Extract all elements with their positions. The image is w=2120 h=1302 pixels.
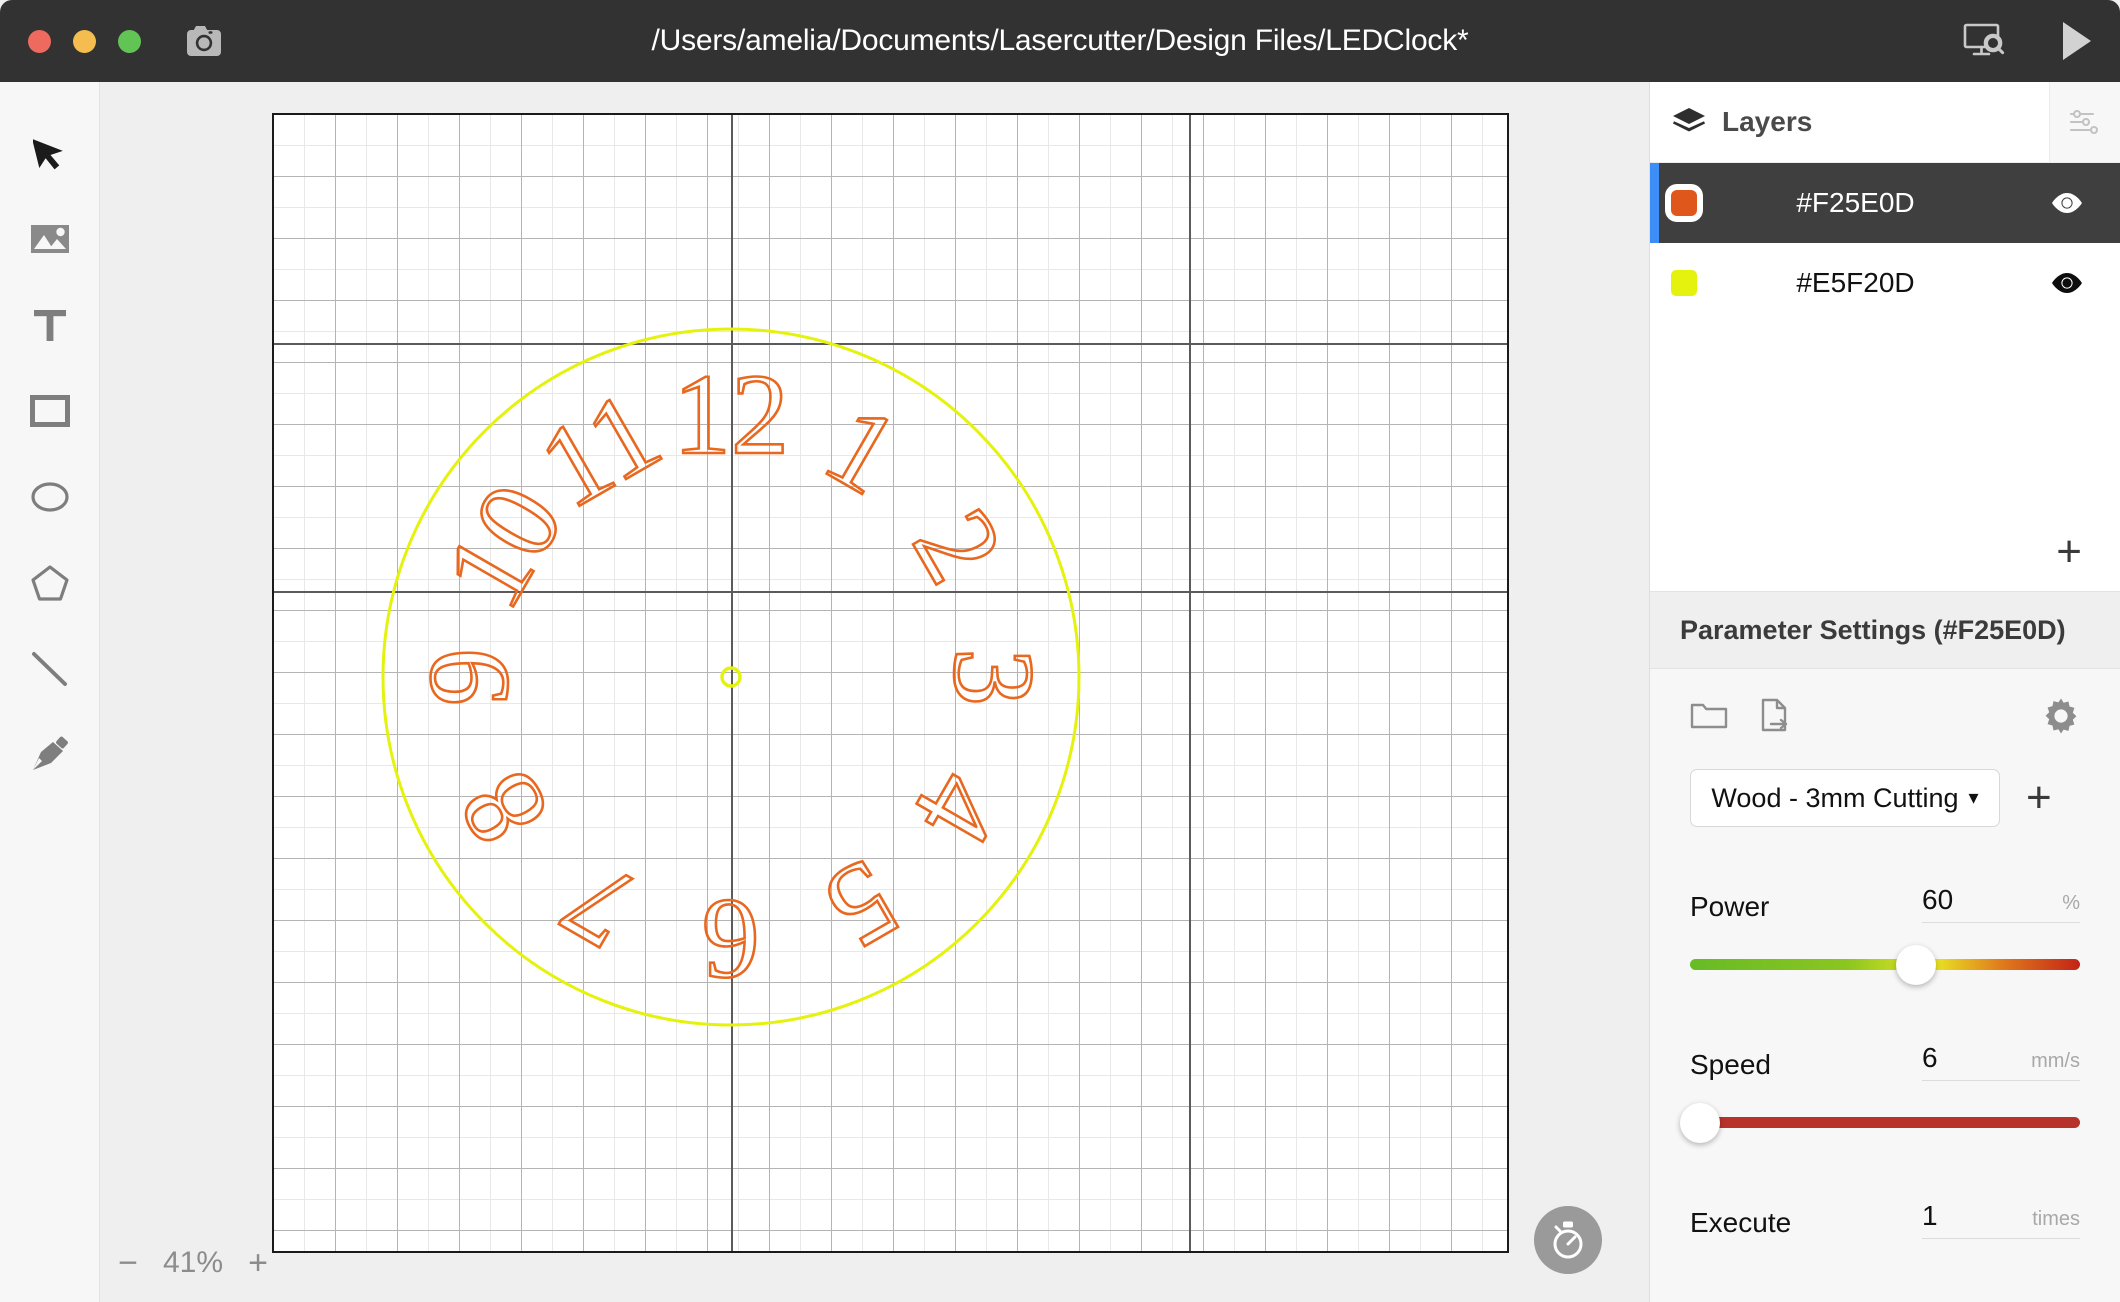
text-tool[interactable]	[0, 282, 100, 368]
slider-knob[interactable]	[1896, 945, 1937, 985]
parameter-field-label: Power	[1690, 891, 1770, 922]
parameter-field-top: Power 60 %	[1690, 879, 2080, 923]
folder-open-icon[interactable]	[1690, 699, 1728, 736]
clock-numeral[interactable]: 8	[433, 750, 575, 867]
layers-empty-space	[1650, 323, 2120, 513]
layer-name-label: #E5F20D	[1796, 267, 1915, 298]
pen-tool[interactable]	[0, 712, 100, 798]
eye-icon[interactable]	[2050, 272, 2084, 294]
clock-numeral[interactable]: 9	[404, 647, 535, 708]
parameter-field-valuebox[interactable]: 6 mm/s	[1922, 1042, 2080, 1081]
parameter-field-value[interactable]: 1	[1922, 1200, 1990, 1232]
polygon-tool[interactable]	[0, 540, 100, 626]
parameter-slider[interactable]	[1690, 945, 2080, 985]
layer-name-label: #F25E0D	[1796, 187, 1915, 218]
zoom-in-button[interactable]: +	[243, 1246, 273, 1280]
file-export-icon[interactable]	[1760, 698, 1792, 737]
slider-track[interactable]	[1690, 1117, 2080, 1128]
select-tool[interactable]	[0, 110, 100, 196]
title-bar: /Users/amelia/Documents/Lasercutter/Desi…	[0, 0, 2120, 82]
parameter-field: Power 60 %	[1690, 879, 2080, 985]
clock-numerals: 123456789101112	[404, 350, 1059, 1005]
stopwatch-icon[interactable]	[1534, 1206, 1602, 1274]
parameter-fields: Power 60 % Speed 6 mm/s Execute 1 times	[1679, 879, 2080, 1239]
parameter-field-top: Execute 1 times	[1690, 1195, 2080, 1239]
gear-icon[interactable]	[2042, 698, 2080, 736]
canvas-area[interactable]: 1 2 3 4 5 6 7 8 9 10 11 12 − 41% +	[101, 82, 1648, 1302]
layer-row[interactable]: #E5F20D	[1650, 243, 2120, 323]
parameter-settings-header: Parameter Settings (#F25E0D)	[1650, 591, 2120, 669]
zoom-level-label: 41%	[163, 1246, 224, 1279]
monitor-preview-icon[interactable]	[1962, 18, 2008, 64]
zoom-control: − 41% +	[113, 1246, 273, 1280]
left-toolbar	[0, 82, 100, 1302]
parameter-field-unit: times	[2032, 1208, 2080, 1230]
parameter-field-unit: mm/s	[2031, 1050, 2080, 1072]
clock-numeral[interactable]: 12	[672, 350, 791, 481]
material-preset-select[interactable]: Wood - 3mm Cutting ▾	[1690, 769, 2000, 827]
window-title: /Users/amelia/Documents/Lasercutter/Desi…	[651, 24, 1469, 57]
clock-numeral[interactable]: 6	[701, 874, 762, 1005]
clock-face-design[interactable]: 123456789101112	[274, 115, 1509, 1253]
parameter-field-unit: %	[2062, 892, 2080, 914]
layer-list: #F25E0D #E5F20D	[1650, 163, 2120, 323]
parameter-field-label: Speed	[1690, 1049, 1771, 1080]
parameter-settings-body: Wood - 3mm Cutting ▾ + Power 60 % Speed …	[1650, 669, 2120, 1302]
clock-numeral[interactable]: 2	[887, 488, 1029, 605]
play-run-icon[interactable]	[2060, 20, 2094, 62]
parameter-field-valuebox[interactable]: 1 times	[1922, 1200, 2080, 1239]
zoom-out-button[interactable]: −	[113, 1246, 143, 1280]
sliders-settings-icon[interactable]	[2049, 82, 2120, 162]
slider-knob[interactable]	[1679, 1103, 1720, 1143]
preset-row: Wood - 3mm Cutting ▾ +	[1690, 769, 2080, 827]
slider-track[interactable]	[1690, 959, 2080, 970]
eye-icon[interactable]	[2050, 192, 2084, 214]
parameter-field: Speed 6 mm/s	[1679, 1037, 2080, 1143]
layer-row[interactable]: #F25E0D	[1650, 163, 2120, 243]
parameter-toolbar	[1690, 669, 2080, 765]
parameter-field-value[interactable]: 60	[1922, 884, 1990, 916]
design-sheet[interactable]: 1 2 3 4 5 6 7 8 9 10 11 12	[272, 113, 1509, 1253]
clock-numeral[interactable]: 3	[928, 647, 1059, 708]
clock-numeral[interactable]: 7	[542, 833, 659, 975]
clock-numeral[interactable]: 4	[887, 750, 1029, 867]
parameter-field-label: Execute	[1690, 1207, 1792, 1238]
parameter-field-valuebox[interactable]: 60 %	[1922, 884, 2080, 923]
layer-color-swatch[interactable]	[1671, 270, 1697, 296]
line-tool[interactable]	[0, 626, 100, 712]
ellipse-tool[interactable]	[0, 454, 100, 540]
chevron-down-icon: ▾	[1968, 787, 1979, 809]
clock-center-marker	[720, 666, 742, 688]
layers-panel-title: Layers	[1722, 106, 1813, 137]
layer-selected-accent	[1650, 163, 1659, 243]
title-bar-actions	[1962, 0, 2094, 82]
layer-selected-accent	[1650, 243, 1659, 323]
add-preset-button[interactable]: +	[2026, 776, 2052, 820]
layers-stack-icon	[1672, 107, 1706, 137]
layers-panel-header: Layers	[1650, 82, 2120, 163]
parameter-field-top: Speed 6 mm/s	[1690, 1037, 2080, 1081]
app-window: /Users/amelia/Documents/Lasercutter/Desi…	[0, 0, 2120, 1302]
clock-numeral[interactable]: 5	[804, 833, 921, 975]
add-layer-button[interactable]: +	[1650, 513, 2120, 591]
material-preset-label: Wood - 3mm Cutting	[1711, 782, 1959, 813]
clock-numeral[interactable]: 1	[804, 379, 921, 521]
image-tool[interactable]	[0, 196, 100, 282]
parameter-slider[interactable]	[1679, 1103, 2080, 1143]
rectangle-tool[interactable]	[0, 368, 100, 454]
parameter-field: Execute 1 times	[1690, 1195, 2080, 1239]
right-panel: Layers #F25E0D #E5F20D + Parameter Setti…	[1649, 82, 2120, 1302]
parameter-field-value[interactable]: 6	[1922, 1042, 1990, 1074]
parameter-settings-title: Parameter Settings (#F25E0D)	[1680, 614, 2066, 645]
layer-color-swatch[interactable]	[1671, 190, 1697, 216]
add-layer-plus-icon: +	[2056, 527, 2082, 576]
